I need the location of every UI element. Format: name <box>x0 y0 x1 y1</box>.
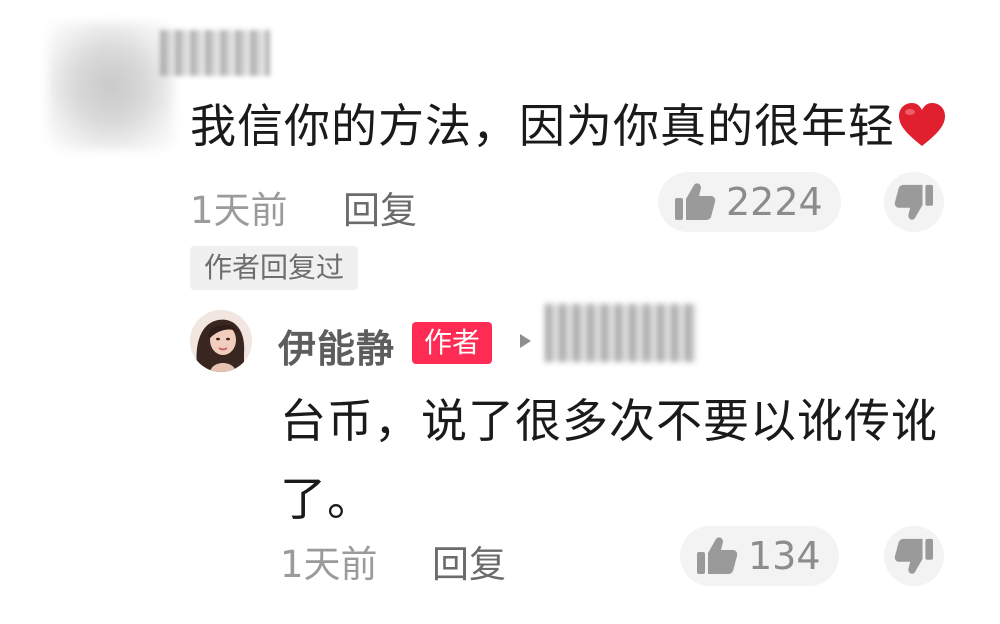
comment-like-count: 2224 <box>726 180 823 224</box>
reply-like-count: 134 <box>748 534 821 578</box>
author-avatar[interactable] <box>190 310 252 372</box>
author-badge: 作者 <box>412 322 493 364</box>
commenter-name-blurred[interactable] <box>160 30 270 76</box>
reply-timestamp: 1天前 <box>280 543 378 586</box>
comment-timestamp: 1天前 <box>190 189 288 232</box>
reply-reply-button[interactable]: 回复 <box>432 534 506 588</box>
comment-body: 我信你的方法，因为你真的很年轻 <box>190 99 895 153</box>
thumbs-up-icon <box>675 183 716 220</box>
reply-target-name-blurred[interactable] <box>545 304 695 362</box>
author-replied-tag: 作者回复过 <box>190 246 359 290</box>
comment-like-button[interactable]: 2224 <box>658 172 841 232</box>
reply-dislike-button[interactable] <box>884 526 944 586</box>
comment-dislike-button[interactable] <box>884 172 944 232</box>
comment-reply-button[interactable]: 回复 <box>343 180 417 234</box>
thumbs-down-icon <box>894 538 933 574</box>
reply-to-arrow-icon <box>520 334 531 348</box>
comment-text: 我信你的方法，因为你真的很年轻 <box>190 98 947 154</box>
reply-text: 台币，说了很多次不要以讹传讹了。 <box>280 394 938 526</box>
commenter-avatar-blurred[interactable] <box>48 22 174 150</box>
author-name[interactable]: 伊能静 <box>278 318 395 373</box>
thumbs-down-icon <box>894 184 933 220</box>
author-avatar-image <box>190 310 252 372</box>
thumbs-up-icon <box>697 537 738 574</box>
heart-icon <box>899 103 945 146</box>
reply-like-button[interactable]: 134 <box>680 526 839 586</box>
